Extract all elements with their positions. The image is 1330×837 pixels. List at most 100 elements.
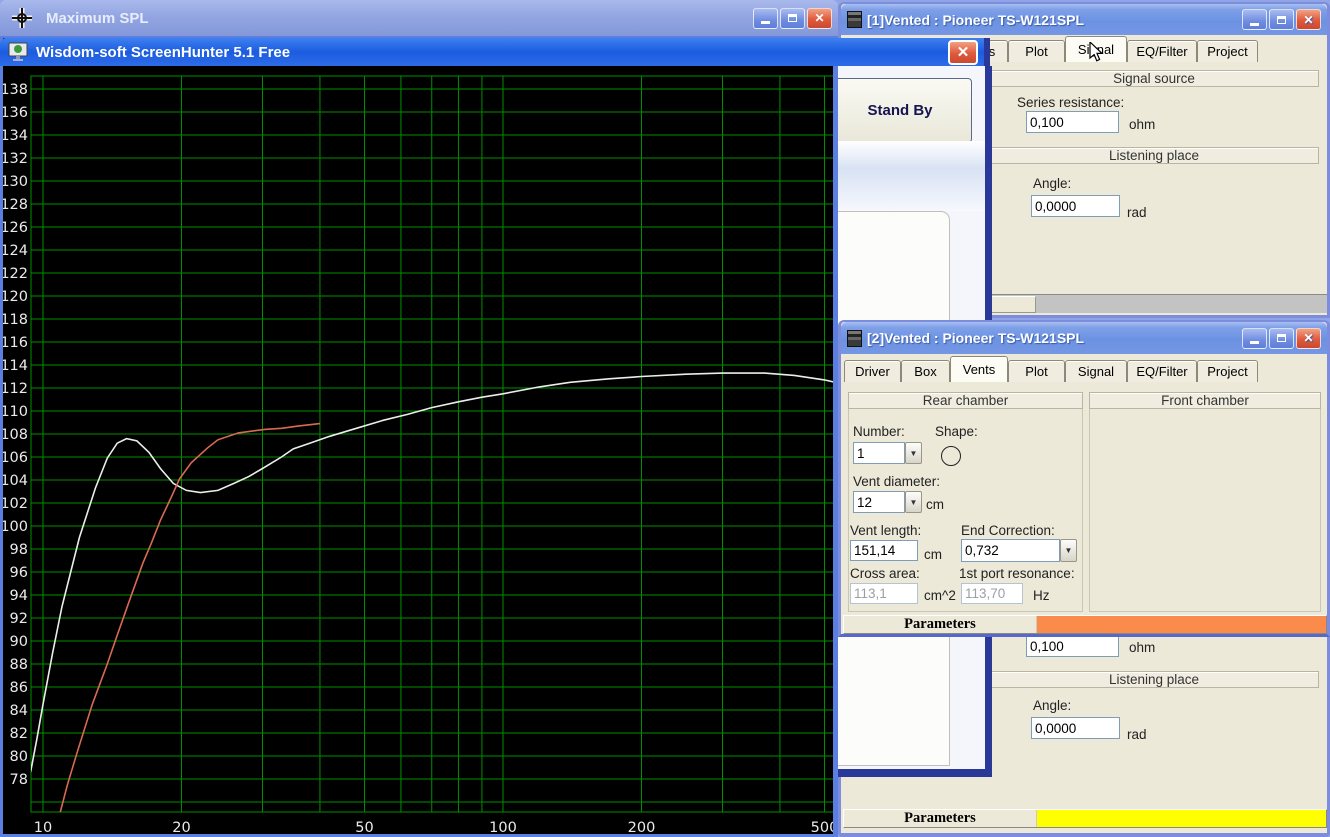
shape-circle-icon[interactable] [941,446,961,466]
maximize-button[interactable] [1269,327,1294,349]
screenhunter-app-icon [8,42,28,61]
port-resonance-input [961,583,1023,604]
series-resistance-input[interactable] [1026,111,1119,133]
svg-text:138: 138 [3,82,28,98]
window-1-title: [1]Vented : Pioneer TS-W121SPL [867,11,1085,28]
angle-input[interactable] [1031,195,1120,217]
window-icon [847,11,862,28]
svg-text:90: 90 [10,634,28,650]
angle-input[interactable] [1031,717,1120,739]
window-2-title: [2]Vented : Pioneer TS-W121SPL [867,330,1085,346]
angle-label: Angle: [1033,698,1072,713]
screenhunter-title: Wisdom-soft ScreenHunter 5.1 Free [36,43,291,61]
tab-signal[interactable]: Signal [1065,360,1127,382]
number-label: Number: [853,424,905,439]
window-2-titlebar[interactable]: [2]Vented : Pioneer TS-W121SPL ✕ [841,322,1327,354]
svg-text:200: 200 [628,820,656,836]
window-1-titlebar[interactable]: [1]Vented : Pioneer TS-W121SPL ✕ [841,4,1327,35]
svg-text:98: 98 [10,542,28,558]
tab-project[interactable]: Project [1197,40,1258,62]
crosshair-icon [12,8,32,28]
svg-text:20: 20 [172,820,190,836]
svg-text:112: 112 [3,381,28,397]
rear-chamber-header: Rear chamber [848,392,1083,409]
parameters-label: Parameters [844,616,1037,633]
mouse-cursor [1089,42,1104,62]
tab-plot[interactable]: Plot [1008,40,1065,62]
svg-text:126: 126 [3,220,28,236]
vent-diameter-unit: cm [926,497,944,512]
port-resonance-unit: Hz [1033,588,1050,603]
svg-text:110: 110 [3,404,28,420]
window-icon [847,329,862,347]
listening-place-header: Listening place [989,147,1319,164]
tab-plot[interactable]: Plot [1008,360,1065,382]
signal-source-header: Signal source [989,70,1319,87]
svg-text:124: 124 [3,243,28,259]
end-correction-input[interactable] [961,539,1060,562]
svg-text:116: 116 [3,335,28,351]
minimize-button[interactable] [1242,327,1267,349]
svg-text:50: 50 [355,820,373,836]
vent-length-input[interactable] [850,540,918,561]
maximize-button[interactable] [1269,9,1294,30]
cross-area-unit: cm^2 [924,588,956,603]
maximum-spl-plot-window: 138 136 134 132 130 128 126 124 122 120 118 116 114 1… [0,36,838,837]
port-resonance-label: 1st port resonance: [959,566,1075,581]
svg-text:130: 130 [3,174,28,190]
listening-place-header: Listening place [989,671,1319,688]
number-input[interactable] [853,442,905,464]
svg-text:120: 120 [3,289,28,305]
series-resistance-unit: ohm [1129,117,1156,132]
close-button[interactable]: ✕ [807,7,832,29]
screenhunter-titlebar[interactable]: Wisdom-soft ScreenHunter 5.1 Free ✕ [0,38,990,66]
standby-label: Stand By [867,102,933,119]
svg-text:132: 132 [3,151,28,167]
parameters-bar[interactable]: Parameters [843,809,1327,828]
spl-chart: 138 136 134 132 130 128 126 124 122 120 118 116 114 1… [3,75,833,836]
svg-text:80: 80 [10,749,28,765]
vent-length-label: Vent length: [850,523,922,538]
svg-text:88: 88 [10,657,28,673]
parameters-label: Parameters [844,810,1037,827]
svg-text:108: 108 [3,427,28,443]
maximum-spl-titlebar[interactable]: Maximum SPL ✕ [0,0,838,36]
minimize-button[interactable] [1242,9,1267,30]
tab-vents[interactable]: Vents [950,356,1008,382]
close-button[interactable]: ✕ [1296,9,1321,30]
series-resistance-input[interactable] [1026,635,1119,657]
svg-text:122: 122 [3,266,28,282]
window-2-vented: [2]Vented : Pioneer TS-W121SPL ✕ Driver … [838,320,1330,637]
vent-length-unit: cm [924,547,942,562]
svg-text:100: 100 [489,820,517,836]
svg-text:96: 96 [10,565,28,581]
number-dropdown-button[interactable]: ▼ [905,442,922,464]
close-button[interactable]: ✕ [1296,327,1321,349]
tab-project[interactable]: Project [1197,360,1258,382]
minimize-button[interactable] [753,7,778,29]
parameters-bar[interactable]: Parameters [843,615,1327,634]
cross-area-label: Cross area: [850,566,920,581]
svg-text:500: 500 [811,820,833,836]
maximize-button[interactable] [780,7,805,29]
tab-driver[interactable]: Driver [844,360,901,382]
angle-unit: rad [1127,205,1147,220]
end-correction-label: End Correction: [961,523,1055,538]
vent-diameter-input[interactable] [853,491,905,513]
series-resistance-unit: ohm [1129,640,1156,655]
parameters-indicator [1037,810,1326,827]
tab-eq-filter[interactable]: EQ/Filter [1127,360,1197,382]
svg-text:10: 10 [34,820,52,836]
parameters-indicator [1037,616,1326,633]
window-2-tabrow: Driver Box Vents Plot Signal EQ/Filter P… [844,356,1258,382]
end-correction-dropdown-button[interactable]: ▼ [1060,539,1077,562]
series-resistance-label: Series resistance: [1017,95,1125,110]
tab-eq-filter[interactable]: EQ/Filter [1127,40,1197,62]
tab-box[interactable]: Box [901,360,950,382]
front-chamber-panel [1089,409,1321,612]
svg-text:82: 82 [10,726,28,742]
standby-button[interactable]: Stand By [828,78,972,143]
close-button[interactable]: ✕ [948,39,978,65]
vent-diameter-dropdown-button[interactable]: ▼ [905,491,922,513]
screenhunter-toolbar-gradient [838,141,985,211]
